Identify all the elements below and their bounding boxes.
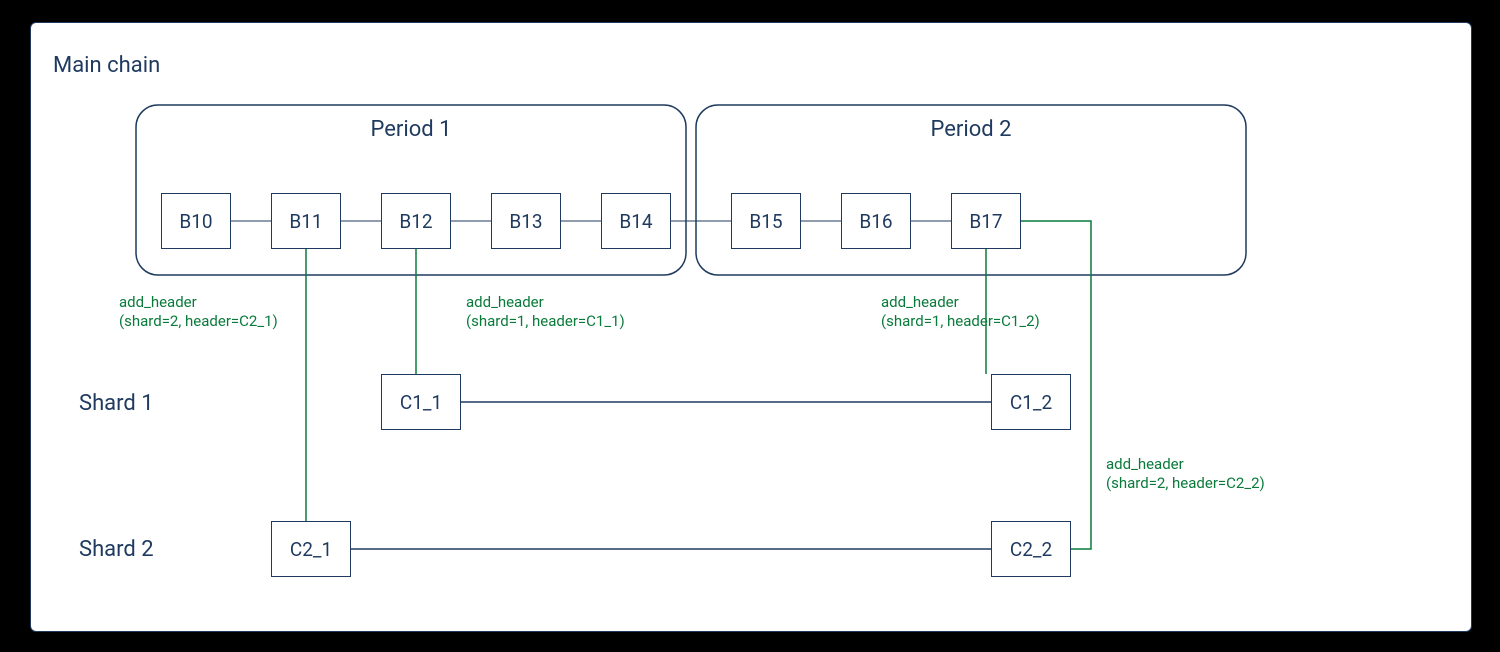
edge-label-c1-2: add_header (shard=1, header=C1_2) (881, 293, 1040, 331)
edge-label-line: add_header (881, 293, 959, 311)
edge-label-c2-2: add_header (shard=2, header=C2_2) (1106, 455, 1265, 493)
edge-label-line: add_header (119, 293, 197, 311)
edge-label-line: add_header (1106, 455, 1184, 473)
block-c2-2: C2_2 (991, 521, 1071, 577)
block-b10: B10 (161, 193, 231, 249)
edge-label-line: (shard=2, header=C2_1) (119, 312, 278, 330)
block-b15: B15 (731, 193, 801, 249)
main-chain-label: Main chain (53, 53, 160, 78)
edge-label-c1-1: add_header (shard=1, header=C1_1) (466, 293, 625, 331)
block-c1-1: C1_1 (381, 374, 461, 430)
shard1-label: Shard 1 (79, 391, 154, 416)
shard2-label: Shard 2 (79, 537, 154, 562)
edge-label-line: (shard=2, header=C2_2) (1106, 474, 1265, 492)
block-c2-1: C2_1 (271, 521, 351, 577)
block-b12: B12 (381, 193, 451, 249)
period1-title: Period 1 (311, 117, 511, 142)
edge-label-line: (shard=1, header=C1_1) (466, 312, 625, 330)
block-b17: B17 (951, 193, 1021, 249)
edge-label-c2-1: add_header (shard=2, header=C2_1) (119, 293, 278, 331)
edge-label-line: (shard=1, header=C1_2) (881, 312, 1040, 330)
diagram-frame: Main chain Shard 1 Shard 2 Period 1 Peri… (30, 22, 1472, 632)
block-b11: B11 (271, 193, 341, 249)
block-b14: B14 (601, 193, 671, 249)
edge-label-line: add_header (466, 293, 544, 311)
block-b16: B16 (841, 193, 911, 249)
block-c1-2: C1_2 (991, 374, 1071, 430)
period2-title: Period 2 (871, 117, 1071, 142)
block-b13: B13 (491, 193, 561, 249)
